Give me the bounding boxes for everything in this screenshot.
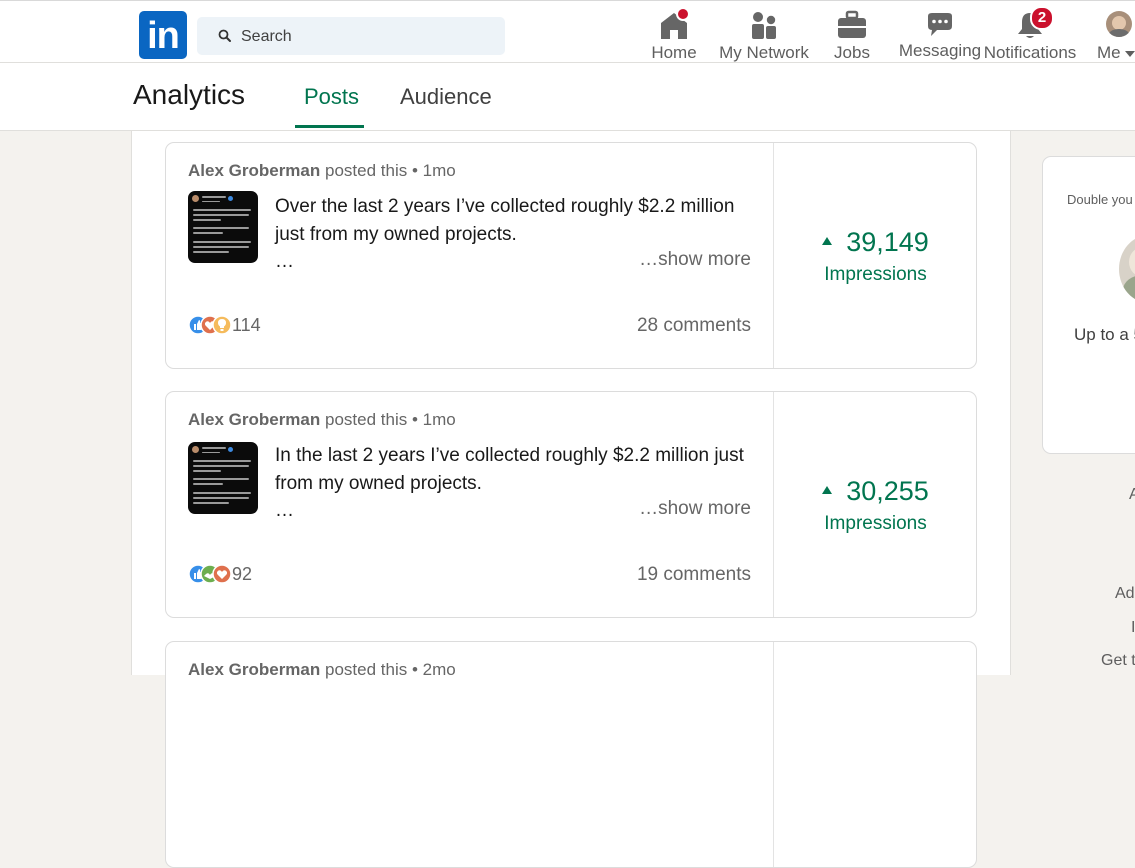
promo-headline: Double you: [1067, 192, 1133, 207]
thumb-line: [193, 214, 249, 216]
post-text: Over the last 2 years I’ve collected rou…: [275, 196, 735, 245]
post-author-name[interactable]: Alex Groberman: [188, 660, 320, 679]
nav-me-label: Me: [1097, 43, 1135, 63]
thumb-line: [193, 227, 249, 229]
thumb-line: [202, 201, 220, 202]
thumb-line: [193, 209, 251, 211]
thumb-avatar: [192, 446, 199, 453]
thumb-line: [193, 246, 249, 248]
thumb-line: [193, 219, 221, 221]
impressions-value[interactable]: 39,149: [773, 227, 978, 258]
post-card[interactable]: Alex Groberman posted this • 1mo In the …: [165, 391, 977, 618]
promo-offer: Up to a 5: [1074, 325, 1135, 344]
nav-messaging[interactable]: Messaging: [898, 7, 982, 63]
reaction-count[interactable]: 92: [232, 564, 252, 585]
post-thumbnail[interactable]: [188, 442, 258, 514]
show-more-link[interactable]: …show more: [639, 498, 751, 520]
show-more-link[interactable]: …show more: [639, 249, 751, 271]
page-title: Analytics: [133, 79, 246, 110]
post-author-name[interactable]: Alex Groberman: [188, 410, 320, 429]
comments-count-link[interactable]: 28 comments: [637, 315, 751, 337]
rail-text: A: [1129, 486, 1135, 503]
insightful-reaction-icon: [212, 315, 232, 335]
active-tab-indicator: [295, 125, 364, 128]
thumb-line: [193, 492, 251, 494]
global-nav: in Home My Network Jobs: [0, 0, 1135, 63]
post-meta: posted this • 2mo: [325, 660, 456, 679]
analytics-header: Analytics Posts Audience: [0, 63, 1135, 131]
impressions-label[interactable]: Impressions: [773, 513, 978, 535]
search-bar[interactable]: [197, 17, 505, 57]
promo-avatar: [1119, 235, 1135, 303]
thumb-line: [193, 478, 249, 480]
nav-me[interactable]: Me: [1094, 7, 1135, 63]
nav-my-network-label: My Network: [719, 43, 809, 62]
nav-jobs-label: Jobs: [834, 43, 870, 62]
thumb-line: [193, 483, 223, 485]
post-text-ellipsis: …: [275, 500, 294, 521]
post-text-ellipsis: …: [275, 251, 294, 272]
rail-text[interactable]: I: [1131, 619, 1135, 637]
nav-my-network[interactable]: My Network: [716, 7, 812, 63]
messaging-icon: [928, 13, 952, 36]
thumb-line: [193, 502, 229, 504]
thumb-avatar: [192, 195, 199, 202]
thumb-line: [193, 251, 229, 253]
rail-text[interactable]: Get t: [1101, 652, 1135, 670]
post-card[interactable]: Alex Groberman posted this • 2mo: [165, 641, 977, 868]
thumb-line: [202, 452, 220, 453]
impressions-number: 30,255: [846, 476, 929, 506]
trend-up-icon: [822, 236, 833, 245]
thumb-line: [193, 465, 249, 467]
nav-notifications-label: Notifications: [983, 43, 1077, 62]
promo-card[interactable]: Double you Up to a 5: [1042, 156, 1135, 454]
linkedin-logo[interactable]: in: [139, 11, 187, 59]
tab-posts[interactable]: Posts: [304, 84, 359, 110]
nav-notifications[interactable]: 2 Notifications: [982, 6, 1078, 63]
nav-home-label: Home: [651, 43, 697, 62]
trend-up-icon: [822, 485, 833, 494]
post-author-name[interactable]: Alex Groberman: [188, 161, 320, 180]
thumb-line: [193, 232, 223, 234]
briefcase-icon: [838, 10, 866, 38]
thumb-line: [193, 241, 251, 243]
post-author-line: Alex Groberman posted this • 1mo: [188, 410, 456, 430]
thumb-line: [202, 196, 226, 198]
impressions-number: 39,149: [846, 227, 929, 257]
comments-count-link[interactable]: 19 comments: [637, 564, 751, 586]
post-meta: posted this • 1mo: [325, 161, 456, 180]
network-icon: [752, 12, 776, 39]
thumb-verified-icon: [228, 447, 233, 452]
impressions-label[interactable]: Impressions: [773, 264, 978, 286]
nav-jobs[interactable]: Jobs: [826, 7, 878, 63]
search-input[interactable]: [239, 17, 493, 57]
search-icon: [218, 29, 231, 42]
thumb-line: [202, 447, 226, 449]
reaction-count[interactable]: 114: [232, 315, 261, 336]
post-author-line: Alex Groberman posted this • 2mo: [188, 660, 456, 680]
post-card[interactable]: Alex Groberman posted this • 1mo Over th…: [165, 142, 977, 369]
thumb-line: [193, 460, 251, 462]
avatar: [1106, 11, 1132, 37]
love-reaction-icon: [212, 564, 232, 584]
thumb-verified-icon: [228, 196, 233, 201]
post-author-line: Alex Groberman posted this • 1mo: [188, 161, 456, 181]
impressions-value[interactable]: 30,255: [773, 476, 978, 507]
nav-me-text: Me: [1097, 43, 1121, 62]
thumb-line: [193, 497, 249, 499]
post-text: In the last 2 years I’ve collected rough…: [275, 445, 744, 494]
notifications-count-badge: 2: [1030, 6, 1054, 30]
post-thumbnail[interactable]: [188, 191, 258, 263]
nav-home[interactable]: Home: [646, 7, 702, 63]
caret-down-icon: [1125, 50, 1135, 57]
post-meta: posted this • 1mo: [325, 410, 456, 429]
card-divider: [773, 642, 774, 867]
tab-audience[interactable]: Audience: [400, 84, 492, 110]
rail-text[interactable]: Ad: [1115, 585, 1135, 603]
thumb-line: [193, 470, 221, 472]
nav-messaging-label: Messaging: [898, 41, 982, 60]
home-notification-dot: [676, 7, 690, 21]
